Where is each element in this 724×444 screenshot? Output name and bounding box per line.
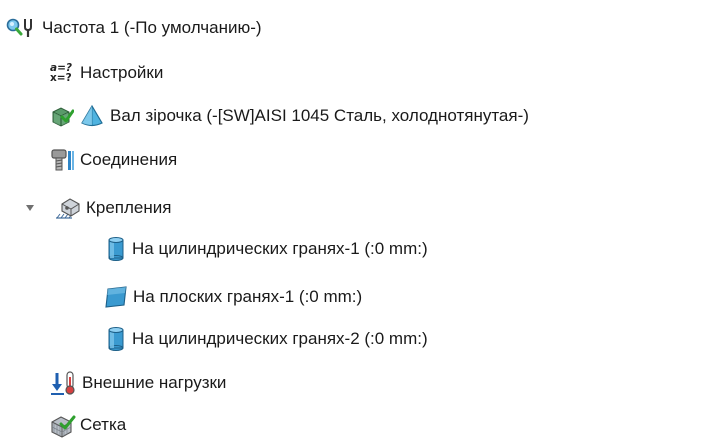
- tree-item-label: Крепления: [86, 198, 172, 217]
- tree-item-mesh[interactable]: Сетка: [50, 408, 126, 442]
- flat-face-icon: [103, 284, 129, 310]
- tree-item-label: На плоских гранях-1 (:0 mm:): [133, 287, 363, 306]
- cylinder-face-icon: [106, 236, 126, 262]
- tree-item-fixtures[interactable]: Крепления: [54, 191, 171, 225]
- bolt-connector-icon: [50, 148, 76, 172]
- tree-item-fixture-cylindrical-2[interactable]: На цилиндрических гранях-2 (:0 mm:): [106, 322, 428, 356]
- fixture-icon: [54, 196, 82, 220]
- tree-item-label: Соединения: [80, 150, 178, 169]
- solid-body-material-icon: [50, 104, 74, 128]
- tree-item-label: Частота 1 (-По умолчанию-): [42, 18, 262, 37]
- part-cone-icon: [80, 104, 104, 128]
- tree-item-fixture-flat-1[interactable]: На плоских гранях-1 (:0 mm:): [103, 280, 362, 314]
- tree-item-fixture-cylindrical-1[interactable]: На цилиндрических гранях-1 (:0 mm:): [106, 232, 428, 266]
- chevron-down-icon: [26, 205, 34, 211]
- tree-item-label: На цилиндрических гранях-2 (:0 mm:): [132, 329, 428, 348]
- cylinder-face-icon: [106, 326, 126, 352]
- tree-item-study[interactable]: Частота 1 (-По умолчанию-): [4, 11, 262, 45]
- feature-tree: Частота 1 (-По умолчанию-) a=? x=? Настр…: [0, 0, 724, 444]
- tree-item-connections[interactable]: Соединения: [50, 143, 177, 177]
- tree-item-label: На цилиндрических гранях-1 (:0 mm:): [132, 239, 428, 258]
- tree-item-part[interactable]: Вал зірочка (-[SW]AISI 1045 Сталь, холод…: [50, 99, 529, 133]
- tree-item-external-loads[interactable]: Внешние нагрузки: [50, 366, 226, 400]
- expand-collapse-toggle[interactable]: [24, 197, 36, 219]
- external-load-thermometer-icon: [50, 370, 78, 396]
- tree-item-label: Настройки: [80, 63, 164, 82]
- mesh-icon: [50, 412, 76, 438]
- tree-item-settings[interactable]: a=? x=? Настройки: [50, 56, 163, 90]
- tree-item-label: Вал зірочка (-[SW]AISI 1045 Сталь, холод…: [110, 106, 529, 125]
- tree-item-label: Внешние нагрузки: [82, 373, 227, 392]
- tree-item-label: Сетка: [80, 415, 127, 434]
- formula-icon: a=? x=?: [50, 60, 76, 86]
- formula-line-2: x=?: [50, 72, 72, 84]
- study-frequency-icon: [4, 17, 36, 39]
